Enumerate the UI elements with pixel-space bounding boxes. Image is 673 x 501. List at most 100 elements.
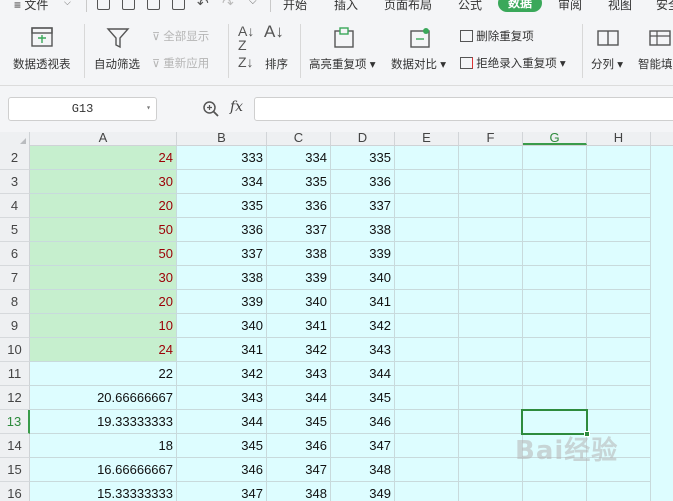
empty-cell[interactable]: [587, 266, 651, 290]
cell-a12[interactable]: 20.66666667: [30, 386, 177, 410]
cell-d15[interactable]: 348: [331, 458, 395, 482]
empty-cell[interactable]: [587, 242, 651, 266]
row-header[interactable]: 10: [0, 338, 30, 362]
empty-cell[interactable]: [523, 242, 587, 266]
empty-cell[interactable]: [395, 218, 459, 242]
row-header[interactable]: 7: [0, 266, 30, 290]
empty-cell[interactable]: [459, 170, 523, 194]
empty-cell[interactable]: [395, 266, 459, 290]
empty-cell[interactable]: [523, 218, 587, 242]
row-header[interactable]: 3: [0, 170, 30, 194]
cell-b7[interactable]: 338: [177, 266, 267, 290]
file-menu[interactable]: ≡ 文件: [14, 0, 48, 13]
cell-b2[interactable]: 333: [177, 146, 267, 170]
empty-cell[interactable]: [395, 386, 459, 410]
empty-cell[interactable]: [395, 290, 459, 314]
remove-duplicates-button[interactable]: 删除重复项: [460, 28, 534, 44]
cell-b15[interactable]: 346: [177, 458, 267, 482]
column-header-e[interactable]: E: [395, 132, 459, 145]
cell-d13[interactable]: 346: [331, 410, 395, 434]
cell-d8[interactable]: 341: [331, 290, 395, 314]
chevron-down-icon[interactable]: ⌵: [64, 0, 71, 8]
empty-cell[interactable]: [587, 146, 651, 170]
cell-c8[interactable]: 340: [267, 290, 331, 314]
tab-insert[interactable]: 插入: [334, 0, 358, 13]
row-header[interactable]: 9: [0, 314, 30, 338]
pivot-table-button[interactable]: 数据透视表: [10, 14, 74, 78]
row-header[interactable]: 13: [0, 410, 30, 434]
cell-c2[interactable]: 334: [267, 146, 331, 170]
print-icon[interactable]: [147, 0, 160, 10]
reject-duplicates-button[interactable]: 拒绝录入重复项 ▾: [460, 55, 566, 71]
empty-cell[interactable]: [523, 266, 587, 290]
cell-b5[interactable]: 336: [177, 218, 267, 242]
cell-a6[interactable]: 50: [30, 242, 177, 266]
row-header[interactable]: 12: [0, 386, 30, 410]
cell-b16[interactable]: 347: [177, 482, 267, 501]
cell-b6[interactable]: 337: [177, 242, 267, 266]
empty-cell[interactable]: [459, 290, 523, 314]
empty-cell[interactable]: [587, 386, 651, 410]
empty-cell[interactable]: [395, 242, 459, 266]
row-header[interactable]: 2: [0, 146, 30, 170]
empty-cell[interactable]: [587, 338, 651, 362]
cell-c3[interactable]: 335: [267, 170, 331, 194]
empty-cell[interactable]: [395, 170, 459, 194]
cell-a3[interactable]: 30: [30, 170, 177, 194]
redo-icon[interactable]: ↷: [222, 0, 234, 12]
empty-cell[interactable]: [395, 410, 459, 434]
column-header-a[interactable]: A: [30, 132, 177, 145]
cell-b11[interactable]: 342: [177, 362, 267, 386]
column-header-d[interactable]: D: [331, 132, 395, 145]
cell-a8[interactable]: 20: [30, 290, 177, 314]
empty-cell[interactable]: [395, 458, 459, 482]
cell-a5[interactable]: 50: [30, 218, 177, 242]
row-header[interactable]: 5: [0, 218, 30, 242]
cell-a7[interactable]: 30: [30, 266, 177, 290]
row-header[interactable]: 11: [0, 362, 30, 386]
empty-cell[interactable]: [523, 386, 587, 410]
tab-review[interactable]: 审阅: [558, 0, 582, 13]
undo-icon[interactable]: ↶: [197, 0, 209, 12]
tab-data[interactable]: 数据: [498, 0, 542, 12]
sort-button[interactable]: A↓ 排序: [262, 14, 294, 78]
cell-c9[interactable]: 341: [267, 314, 331, 338]
cell-a9[interactable]: 10: [30, 314, 177, 338]
split-column-button[interactable]: 分列 ▾: [588, 14, 628, 78]
tab-page-layout[interactable]: 页面布局: [384, 0, 432, 13]
reapply-button[interactable]: ⊽ 重新应用: [152, 55, 209, 71]
cell-d7[interactable]: 340: [331, 266, 395, 290]
cell-c13[interactable]: 345: [267, 410, 331, 434]
quick-access-more-icon[interactable]: ⌵: [249, 0, 257, 7]
cell-a4[interactable]: 20: [30, 194, 177, 218]
show-all-button[interactable]: ⊽ 全部显示: [152, 28, 209, 44]
empty-cell[interactable]: [395, 482, 459, 501]
empty-cell[interactable]: [459, 218, 523, 242]
row-header[interactable]: 6: [0, 242, 30, 266]
export-icon[interactable]: [122, 0, 135, 10]
cell-d12[interactable]: 345: [331, 386, 395, 410]
cell-a14[interactable]: 18: [30, 434, 177, 458]
zoom-icon[interactable]: [202, 100, 220, 118]
name-box-dropdown-icon[interactable]: ▾: [146, 98, 151, 120]
column-header-f[interactable]: F: [459, 132, 523, 145]
row-header[interactable]: 4: [0, 194, 30, 218]
cell-b12[interactable]: 343: [177, 386, 267, 410]
cell-a2[interactable]: 24: [30, 146, 177, 170]
cell-b8[interactable]: 339: [177, 290, 267, 314]
empty-cell[interactable]: [523, 314, 587, 338]
cell-c5[interactable]: 337: [267, 218, 331, 242]
empty-cell[interactable]: [587, 290, 651, 314]
empty-cell[interactable]: [587, 482, 651, 501]
cell-a15[interactable]: 16.66666667: [30, 458, 177, 482]
empty-cell[interactable]: [459, 458, 523, 482]
row-header[interactable]: 8: [0, 290, 30, 314]
cell-d2[interactable]: 335: [331, 146, 395, 170]
empty-cell[interactable]: [587, 314, 651, 338]
empty-cell[interactable]: [459, 266, 523, 290]
cell-b13[interactable]: 344: [177, 410, 267, 434]
empty-cell[interactable]: [395, 434, 459, 458]
tab-home[interactable]: 开始: [283, 0, 307, 13]
cell-a16[interactable]: 15.33333333: [30, 482, 177, 501]
column-header-c[interactable]: C: [267, 132, 331, 145]
